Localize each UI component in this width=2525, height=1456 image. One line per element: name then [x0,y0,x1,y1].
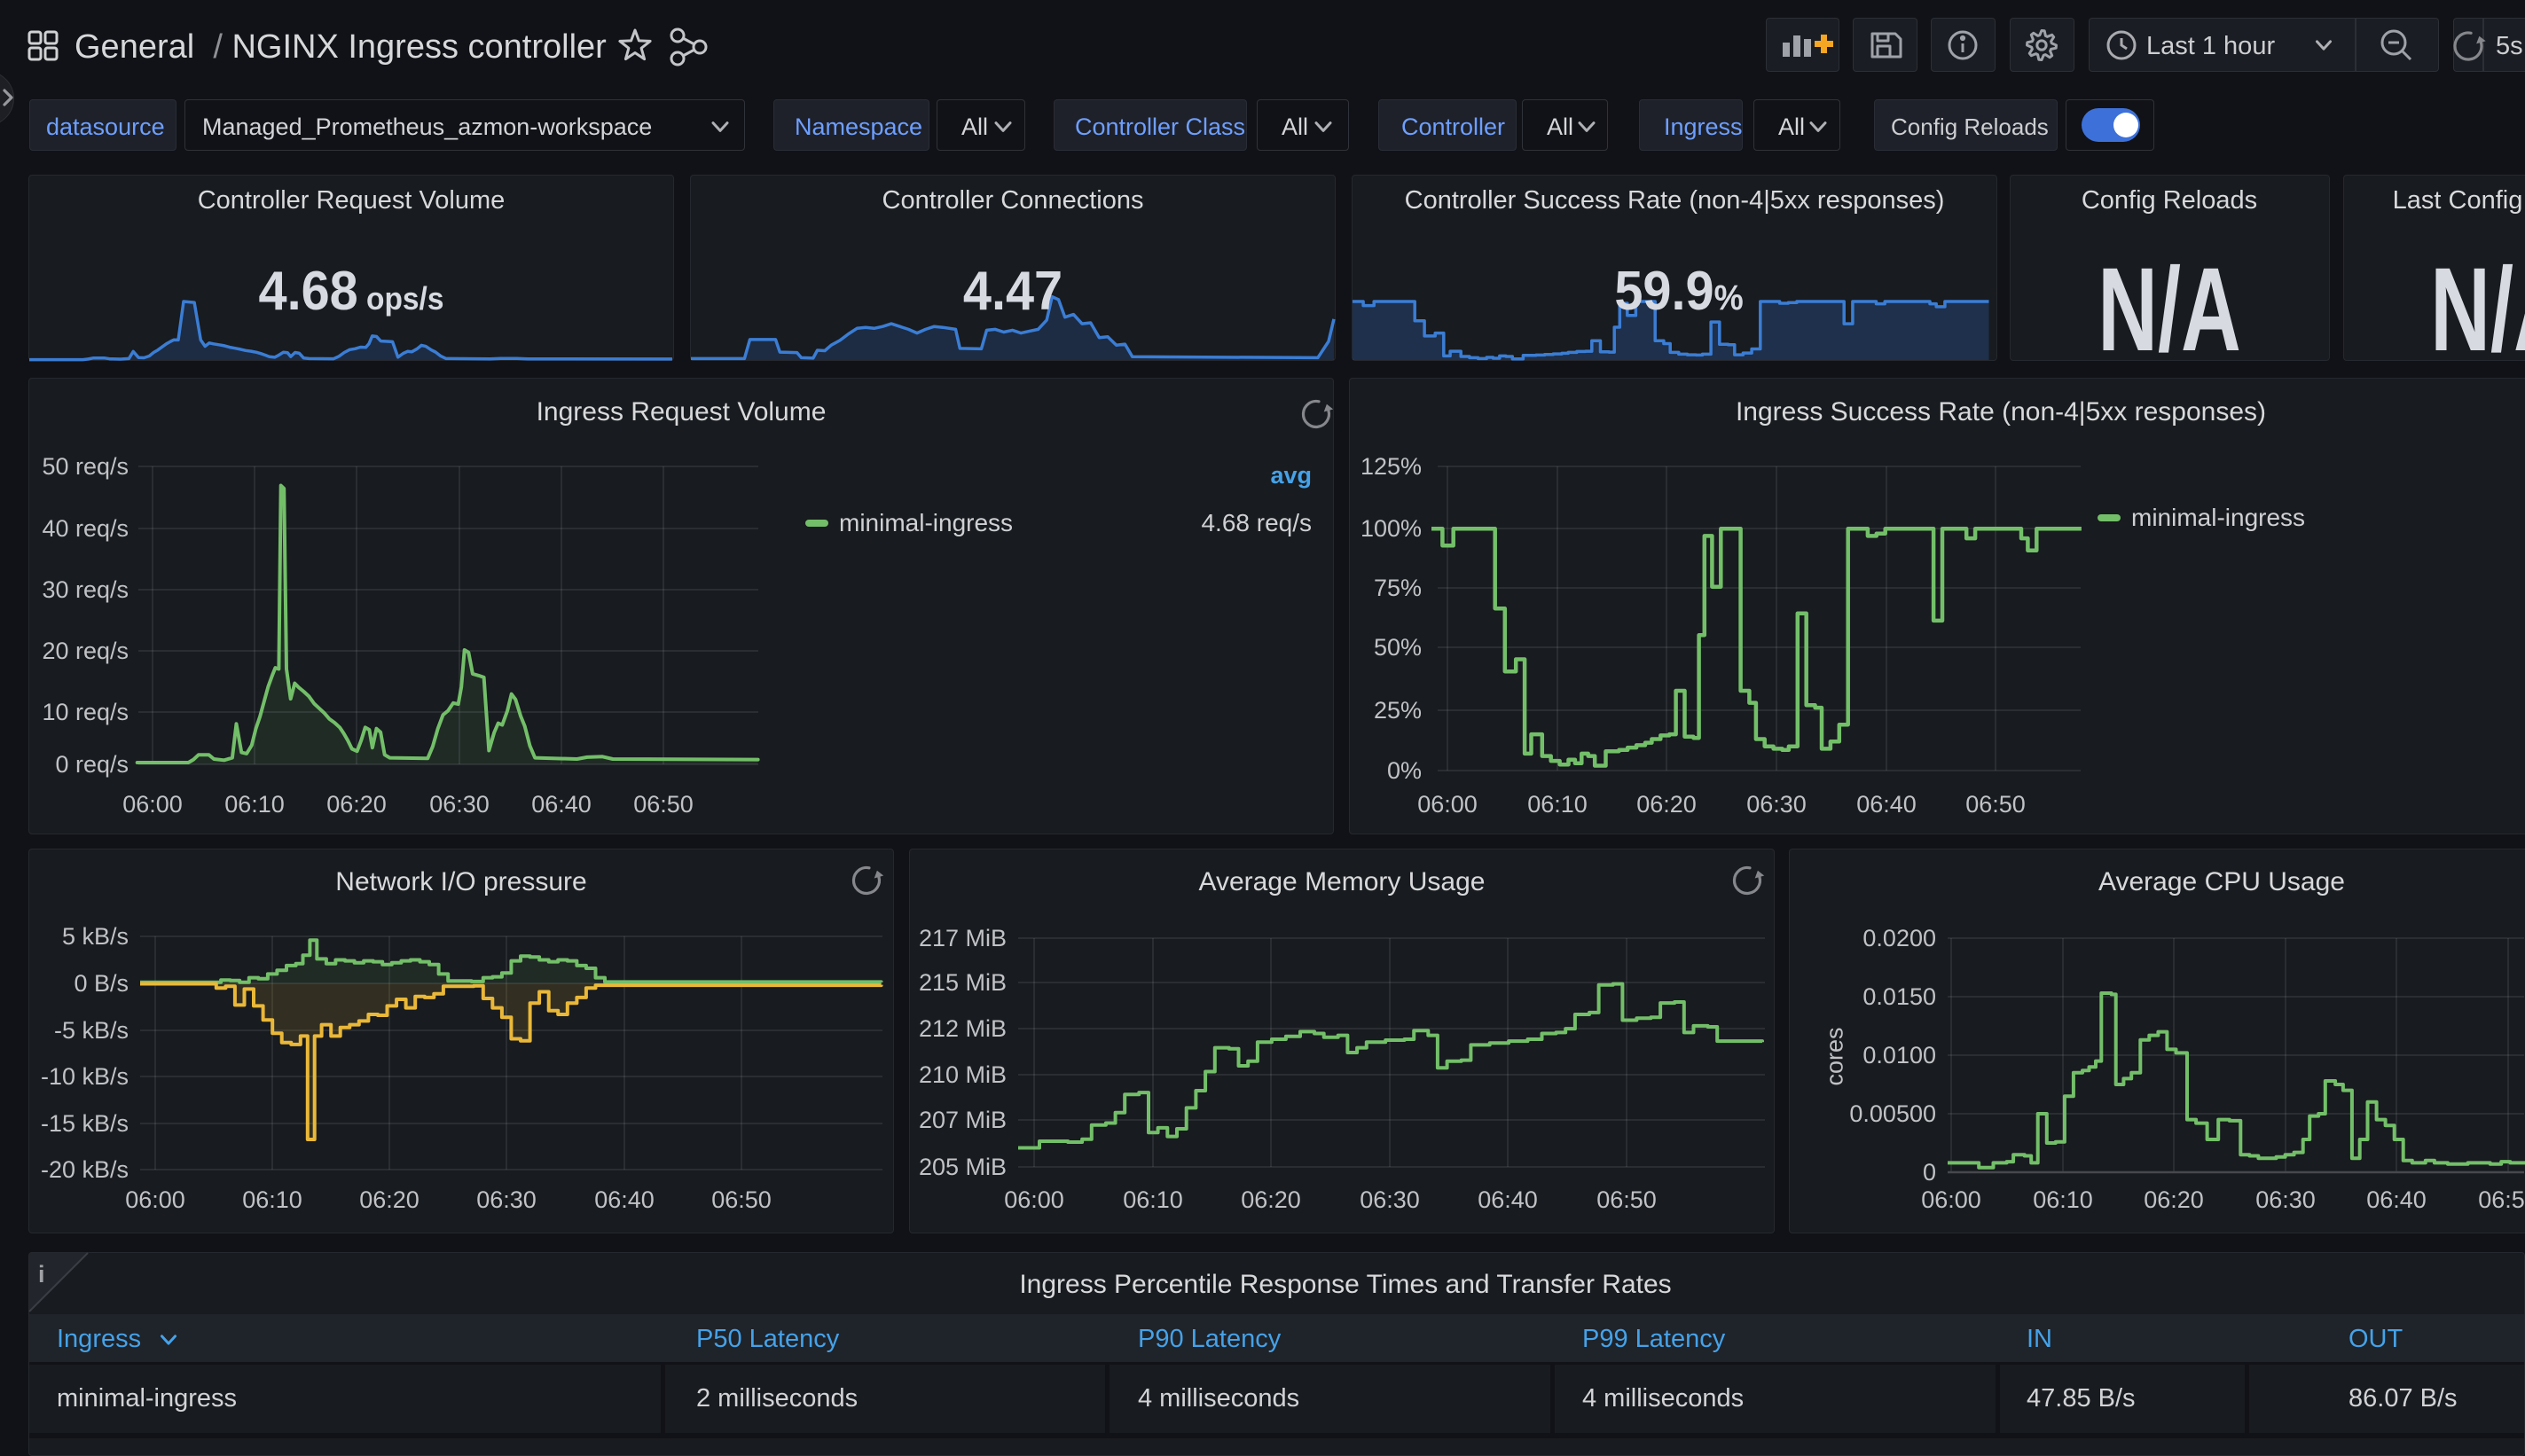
svg-text:06:20: 06:20 [359,1186,420,1213]
svg-text:0.0100: 0.0100 [1862,1042,1936,1069]
svg-text:0 B/s: 0 B/s [74,970,129,997]
svg-text:06:30: 06:30 [1746,791,1807,818]
svg-text:06:10: 06:10 [224,791,285,818]
svg-text:5 kB/s: 5 kB/s [62,923,129,950]
svg-text:06:40: 06:40 [2366,1186,2427,1213]
svg-text:06:10: 06:10 [2033,1186,2093,1213]
svg-text:06:50: 06:50 [711,1186,772,1213]
svg-text:06:30: 06:30 [1360,1186,1420,1213]
svg-text:215 MiB: 215 MiB [919,969,1007,996]
svg-text:06:40: 06:40 [594,1186,655,1213]
svg-text:207 MiB: 207 MiB [919,1107,1007,1133]
svg-text:210 MiB: 210 MiB [919,1061,1007,1088]
svg-text:0.0150: 0.0150 [1862,983,1936,1010]
svg-text:06:00: 06:00 [125,1186,185,1213]
svg-text:06:50: 06:50 [633,791,694,818]
svg-text:100%: 100% [1361,515,1422,542]
svg-text:50 req/s: 50 req/s [42,453,129,480]
svg-text:0: 0 [1923,1159,1936,1186]
svg-text:-20 kB/s: -20 kB/s [41,1156,129,1183]
svg-text:20 req/s: 20 req/s [42,638,129,664]
svg-text:06:20: 06:20 [1241,1186,1301,1213]
svg-text:06:40: 06:40 [531,791,592,818]
svg-text:06:20: 06:20 [1636,791,1697,818]
svg-text:10 req/s: 10 req/s [42,699,129,725]
svg-text:0%: 0% [1387,757,1422,784]
svg-text:06:30: 06:30 [429,791,490,818]
svg-text:06:30: 06:30 [2255,1186,2316,1213]
svg-text:06:20: 06:20 [2144,1186,2204,1213]
svg-text:06:20: 06:20 [326,791,387,818]
svg-text:40 req/s: 40 req/s [42,515,129,542]
svg-text:06:00: 06:00 [122,791,183,818]
svg-text:06:00: 06:00 [1417,791,1478,818]
svg-text:06:40: 06:40 [1856,791,1917,818]
svg-text:06:00: 06:00 [1921,1186,1981,1213]
svg-text:-5 kB/s: -5 kB/s [54,1017,129,1044]
svg-text:06:10: 06:10 [242,1186,302,1213]
svg-text:30 req/s: 30 req/s [42,576,129,603]
svg-text:75%: 75% [1374,575,1422,601]
svg-text:0.00500: 0.00500 [1849,1100,1936,1127]
svg-text:06:10: 06:10 [1527,791,1588,818]
svg-text:06:10: 06:10 [1123,1186,1183,1213]
svg-text:0.0200: 0.0200 [1862,925,1936,951]
svg-text:06:00: 06:00 [1004,1186,1064,1213]
svg-text:205 MiB: 205 MiB [919,1154,1007,1180]
svg-text:125%: 125% [1361,453,1422,480]
svg-text:212 MiB: 212 MiB [919,1015,1007,1042]
svg-text:06:50: 06:50 [1965,791,2026,818]
svg-text:06:30: 06:30 [476,1186,537,1213]
svg-text:217 MiB: 217 MiB [919,925,1007,951]
svg-text:06:40: 06:40 [1478,1186,1538,1213]
svg-text:06:50: 06:50 [1596,1186,1657,1213]
svg-text:25%: 25% [1374,697,1422,724]
svg-text:0 req/s: 0 req/s [55,751,129,778]
svg-text:-10 kB/s: -10 kB/s [41,1063,129,1090]
svg-text:06:50: 06:50 [2478,1186,2525,1213]
svg-text:-15 kB/s: -15 kB/s [41,1110,129,1137]
svg-text:50%: 50% [1374,634,1422,661]
